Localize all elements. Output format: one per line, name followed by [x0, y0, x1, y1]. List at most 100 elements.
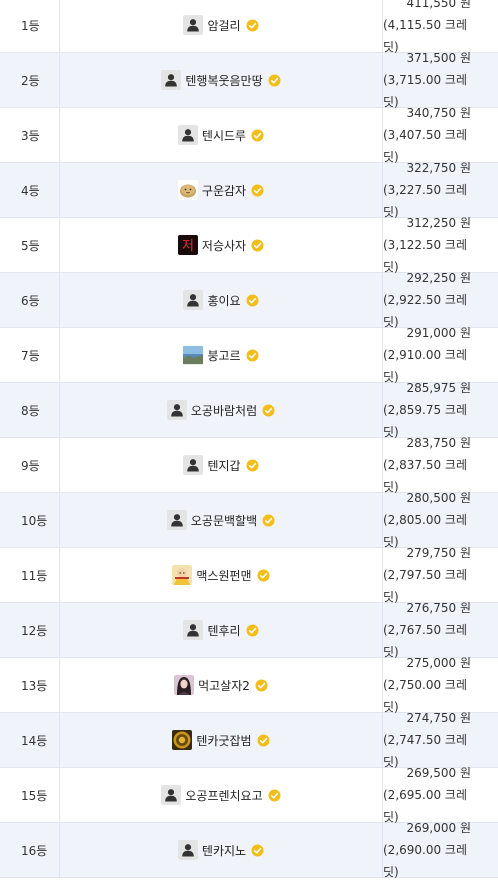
amount-cell: 275,000 원 (2,750.00 크레딧)	[383, 656, 498, 714]
potato-avatar	[177, 180, 198, 200]
default-user-icon	[161, 70, 182, 90]
landscape-avatar	[183, 345, 204, 365]
user-cell: 암걸리	[60, 0, 383, 52]
verified-badge-icon	[262, 514, 275, 526]
amount-credits: (2,690.00 크레딧)	[383, 843, 468, 879]
nickname[interactable]: 붕고르	[207, 347, 240, 364]
user-cell: 홍이요	[60, 273, 383, 327]
amount-cell: 292,250 원 (2,922.50 크레딧)	[383, 271, 498, 329]
nickname[interactable]: 홍이요	[207, 292, 240, 309]
verified-badge-icon	[268, 74, 281, 86]
amount-cell: 312,250 원 (3,122.50 크레딧)	[383, 216, 498, 274]
amount-cell: 411,550 원 (4,115.50 크레딧)	[383, 0, 498, 54]
ranking-row: 1등 암걸리 411,550 원 (4,115.50 크레딧)	[0, 0, 498, 54]
rank-cell: 8등	[0, 383, 60, 437]
nickname[interactable]: 구운감자	[202, 182, 246, 199]
verified-badge-icon	[251, 239, 264, 251]
amount-cell: 279,750 원 (2,797.50 크레딧)	[383, 546, 498, 604]
rank-cell: 3등	[0, 108, 60, 162]
verified-badge-icon	[257, 734, 270, 746]
amount-won: 291,000 원	[406, 326, 471, 340]
rank-cell: 15등	[0, 768, 60, 822]
verified-badge-icon	[251, 844, 264, 856]
rank-cell: 16등	[0, 823, 60, 877]
user-cell: 텐카지노	[60, 823, 383, 877]
nickname[interactable]: 맥스원펀맨	[196, 567, 251, 584]
amount-won: 285,975 원	[406, 381, 471, 395]
amount-won: 340,750 원	[406, 106, 471, 120]
nickname[interactable]: 텐후리	[207, 622, 240, 639]
user-cell: 텐후리	[60, 603, 383, 657]
verified-badge-icon	[246, 624, 259, 636]
amount-cell: 371,500 원 (3,715.00 크레딧)	[383, 51, 498, 109]
ranking-row: 4등 구운감자 322,750 원 (3,227.50 크레딧)	[0, 161, 498, 219]
nickname[interactable]: 텐카굿잡범	[196, 732, 251, 749]
verified-badge-icon	[255, 679, 268, 691]
nickname[interactable]: 텐시드루	[202, 127, 246, 144]
nickname[interactable]: 저승사자	[202, 237, 246, 254]
user-cell: 붕고르	[60, 328, 383, 382]
user-cell: 텐시드루	[60, 108, 383, 162]
user-cell: 오공문백할백	[60, 493, 383, 547]
verified-badge-icon	[268, 789, 281, 801]
ranking-row: 8등 오공바람처럼 285,975 원 (2,859.75 크레딧)	[0, 381, 498, 439]
default-user-icon	[183, 620, 204, 640]
default-user-icon	[166, 400, 187, 420]
verified-badge-icon	[246, 19, 259, 31]
amount-won: 275,000 원	[406, 656, 471, 670]
amount-won: 292,250 원	[406, 271, 471, 285]
rank-cell: 6등	[0, 273, 60, 327]
default-user-icon	[183, 455, 204, 475]
user-cell: 텐카굿잡범	[60, 713, 383, 767]
rank-cell: 11등	[0, 548, 60, 602]
amount-won: 276,750 원	[406, 601, 471, 615]
amount-cell: 269,500 원 (2,695.00 크레딧)	[383, 766, 498, 824]
verified-badge-icon	[262, 404, 275, 416]
rank-cell: 9등	[0, 438, 60, 492]
nickname[interactable]: 오공프렌치요고	[185, 787, 262, 804]
nickname[interactable]: 텐카지노	[202, 842, 246, 859]
ranking-table: 1등 암걸리 411,550 원 (4,115.50 크레딧) 2등 텐행복웃음만땅 371…	[0, 0, 498, 879]
verified-badge-icon	[251, 184, 264, 196]
amount-cell: 269,000 원 (2,690.00 크레딧)	[383, 821, 498, 879]
rank-cell: 5등	[0, 218, 60, 272]
rank-cell: 12등	[0, 603, 60, 657]
amount-cell: 276,750 원 (2,767.50 크레딧)	[383, 601, 498, 659]
user-cell: 텐지갑	[60, 438, 383, 492]
user-cell: 오공프렌치요고	[60, 768, 383, 822]
user-cell: 오공바람처럼	[60, 383, 383, 437]
rank-cell: 13등	[0, 658, 60, 712]
red-glyph-avatar: 저	[177, 235, 198, 255]
amount-won: 269,000 원	[406, 821, 471, 835]
nickname[interactable]: 오공바람처럼	[191, 402, 257, 419]
ranking-row: 14등 텐카굿잡범 274,750 원 (2,747.50 크레딧)	[0, 711, 498, 769]
amount-won: 274,750 원	[406, 711, 471, 725]
nickname[interactable]: 텐지갑	[207, 457, 240, 474]
default-user-icon	[166, 510, 187, 530]
default-user-icon	[183, 290, 204, 310]
amount-won: 312,250 원	[406, 216, 471, 230]
nickname[interactable]: 오공문백할백	[191, 512, 257, 529]
nickname[interactable]: 텐행복웃음만땅	[185, 72, 262, 89]
amount-won: 283,750 원	[406, 436, 471, 450]
rank-cell: 1등	[0, 0, 60, 52]
user-cell: 맥스원펀맨	[60, 548, 383, 602]
nickname[interactable]: 먹고살자2	[198, 677, 250, 694]
amount-cell: 285,975 원 (2,859.75 크레딧)	[383, 381, 498, 439]
cartoon-avatar	[172, 565, 193, 585]
default-user-icon	[183, 15, 204, 35]
default-user-icon	[161, 785, 182, 805]
ranking-row: 15등 오공프렌치요고 269,500 원 (2,695.00 크레딧)	[0, 766, 498, 824]
user-cell: 저 저승사자	[60, 218, 383, 272]
amount-won: 269,500 원	[406, 766, 471, 780]
ranking-row: 2등 텐행복웃음만땅 371,500 원 (3,715.00 크레딧)	[0, 51, 498, 109]
verified-badge-icon	[246, 459, 259, 471]
rank-cell: 7등	[0, 328, 60, 382]
ranking-row: 10등 오공문백할백 280,500 원 (2,805.00 크레딧)	[0, 491, 498, 549]
rank-cell: 4등	[0, 163, 60, 217]
rank-cell: 14등	[0, 713, 60, 767]
amount-cell: 291,000 원 (2,910.00 크레딧)	[383, 326, 498, 384]
nickname[interactable]: 암걸리	[207, 17, 240, 34]
ranking-row: 12등 텐후리 276,750 원 (2,767.50 크레딧)	[0, 601, 498, 659]
amount-won: 280,500 원	[406, 491, 471, 505]
